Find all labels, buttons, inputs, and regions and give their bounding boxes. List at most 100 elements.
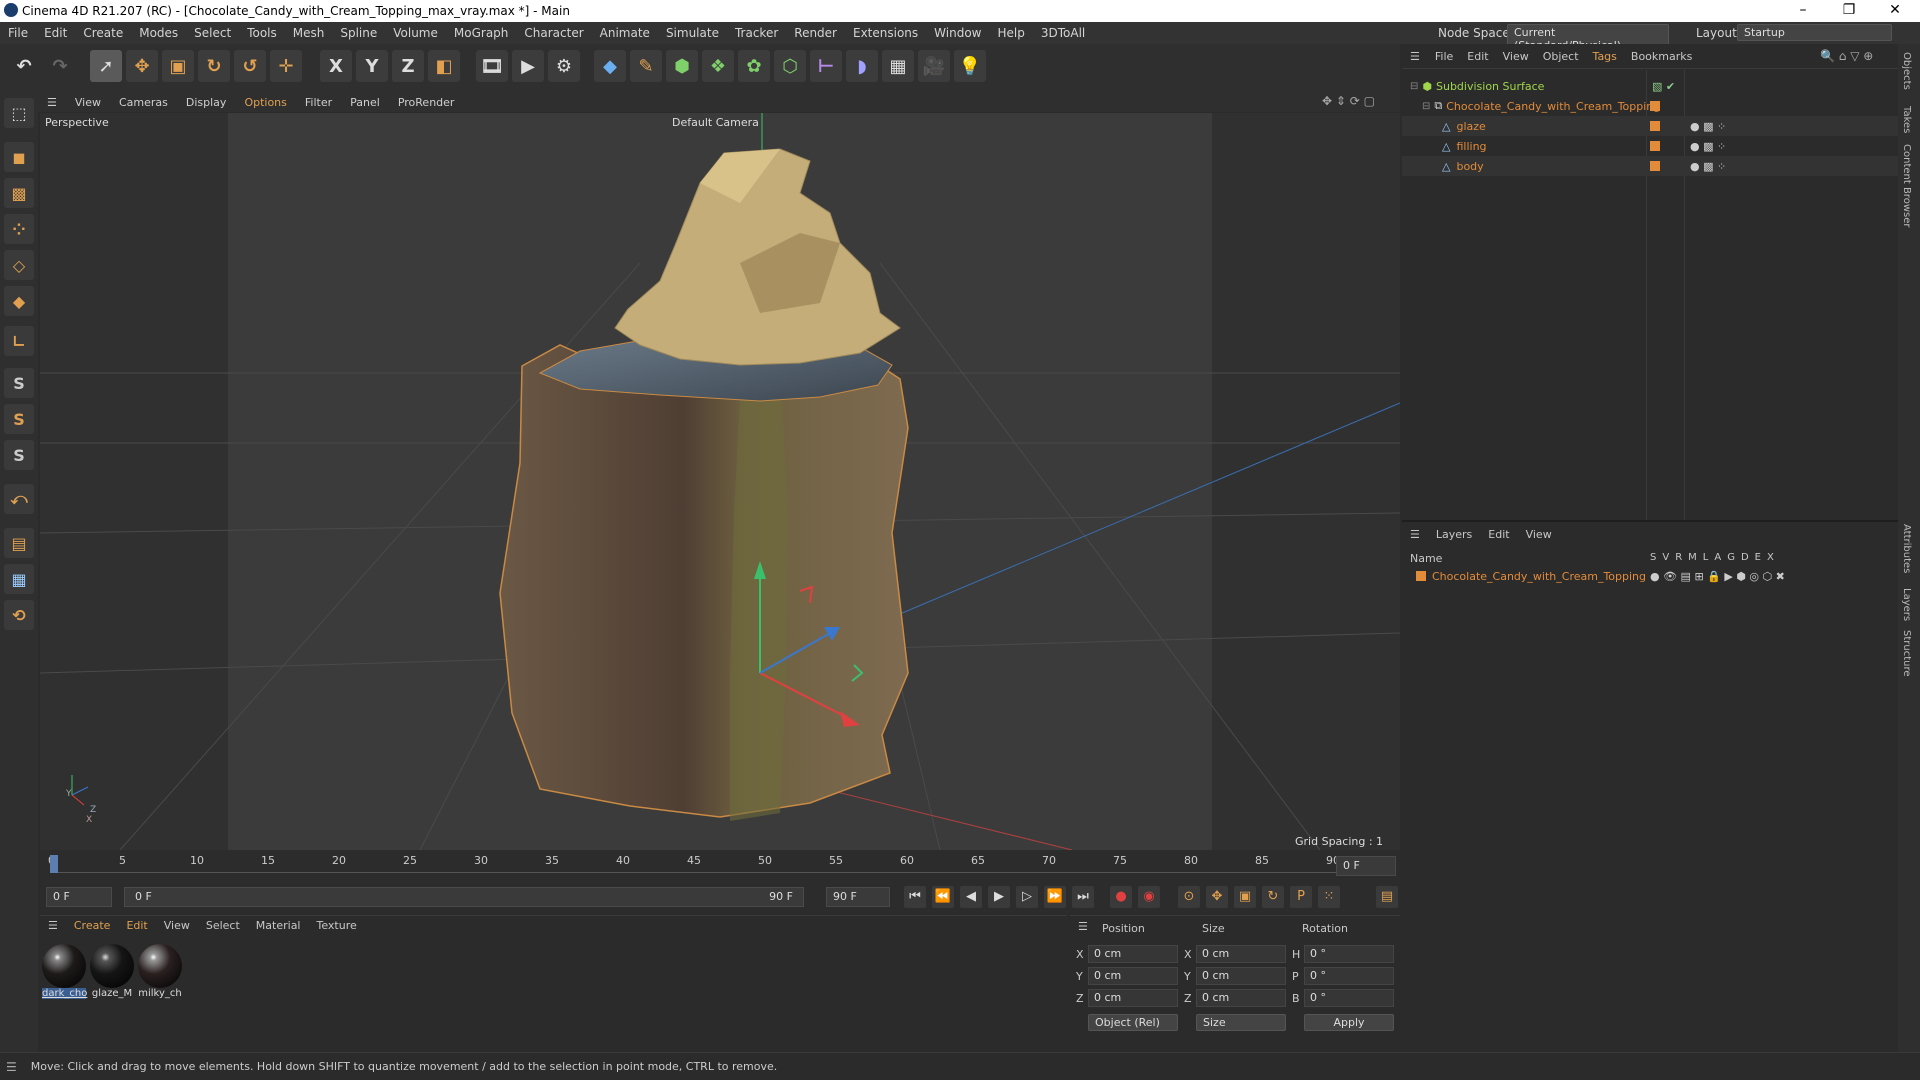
menu-file[interactable]: File bbox=[0, 26, 36, 40]
z-axis-lock-button[interactable]: Z bbox=[392, 50, 424, 82]
menu-mograph[interactable]: MoGraph bbox=[446, 26, 517, 40]
tab-objects[interactable]: Objects bbox=[1901, 52, 1912, 90]
timeline-window-icon[interactable]: ▤ bbox=[1376, 886, 1398, 908]
model-mode-icon[interactable]: ◼ bbox=[4, 142, 34, 172]
material-menu-edit[interactable]: Edit bbox=[118, 919, 155, 932]
hamburger-icon[interactable]: ☰ bbox=[40, 919, 66, 932]
pos-z-field[interactable]: 0 cm bbox=[1088, 989, 1178, 1007]
tab-content-browser[interactable]: Content Browser bbox=[1901, 144, 1912, 227]
layer-color-swatch[interactable] bbox=[1650, 101, 1660, 111]
render-view-icon[interactable]: 🎞 bbox=[476, 50, 508, 82]
previous-frame-icon[interactable]: ◀ bbox=[960, 886, 982, 908]
size-y-field[interactable]: 0 cm bbox=[1196, 967, 1286, 985]
play-icon[interactable]: ▶ bbox=[988, 886, 1010, 908]
transfer-tool-icon[interactable]: ✛ bbox=[270, 50, 302, 82]
planar-workplane-icon[interactable]: ⟲ bbox=[4, 600, 34, 630]
end-frame-field[interactable]: 90 F bbox=[826, 887, 890, 907]
viewport-menu-cameras[interactable]: Cameras bbox=[110, 96, 177, 109]
floor-icon[interactable]: ▦ bbox=[882, 50, 914, 82]
search-icon[interactable]: 🔍 ⌂ ▽ ⊕ bbox=[1820, 49, 1873, 63]
rot-p-field[interactable]: 0 ° bbox=[1304, 967, 1394, 985]
go-to-start-icon[interactable]: ⏮ bbox=[904, 886, 926, 908]
start-frame-field[interactable]: 0 F bbox=[46, 887, 112, 907]
previous-key-icon[interactable]: ⏪ bbox=[932, 886, 954, 908]
menu-animate[interactable]: Animate bbox=[592, 26, 658, 40]
material-menu-select[interactable]: Select bbox=[198, 919, 248, 932]
snap-settings-icon[interactable]: S bbox=[4, 404, 34, 434]
viewport-menu-view[interactable]: View bbox=[66, 96, 110, 109]
material-menu-material[interactable]: Material bbox=[248, 919, 309, 932]
object-menu-file[interactable]: File bbox=[1428, 50, 1460, 63]
perspective-viewport[interactable]: Perspective Default Camera Grid Spacing … bbox=[40, 113, 1400, 850]
expand-icon[interactable]: ⊟ bbox=[1410, 81, 1418, 92]
layer-color-swatch[interactable] bbox=[1650, 161, 1660, 171]
layer-color-swatch[interactable] bbox=[1650, 121, 1660, 131]
close-button[interactable]: ✕ bbox=[1872, 0, 1918, 22]
material-glaze[interactable]: glaze_M bbox=[90, 944, 134, 1002]
viewport-menu-display[interactable]: Display bbox=[177, 96, 236, 109]
menu-create[interactable]: Create bbox=[75, 26, 131, 40]
menu-volume[interactable]: Volume bbox=[385, 26, 446, 40]
camera-icon[interactable]: 🎥 bbox=[918, 50, 950, 82]
range-slider[interactable]: 0 F 90 F bbox=[124, 887, 804, 907]
menu-simulate[interactable]: Simulate bbox=[658, 26, 727, 40]
object-row-subdivision-surface[interactable]: ⊟ ⬢ Subdivision Surface ▧ ✔ bbox=[1402, 76, 1898, 96]
next-frame-icon[interactable]: ▷ bbox=[1016, 886, 1038, 908]
restore-button[interactable]: ❐ bbox=[1826, 0, 1872, 22]
viewport-menu-panel[interactable]: Panel bbox=[341, 96, 389, 109]
next-key-icon[interactable]: ⏩ bbox=[1044, 886, 1066, 908]
hamburger-icon[interactable]: ☰ bbox=[1402, 528, 1428, 541]
size-x-field[interactable]: 0 cm bbox=[1196, 945, 1286, 963]
x-axis-lock-button[interactable]: X bbox=[320, 50, 352, 82]
object-menu-object[interactable]: Object bbox=[1536, 50, 1586, 63]
redo-icon[interactable]: ↷ bbox=[44, 50, 76, 82]
enable-check-icon[interactable]: ▧ ✔ bbox=[1652, 80, 1675, 93]
menu-3dtoall[interactable]: 3DToAll bbox=[1033, 26, 1093, 40]
viewport-nav-icons[interactable]: ✥ ⇕ ⟳ ▢ bbox=[1322, 94, 1375, 108]
viewport-menu-filter[interactable]: Filter bbox=[296, 96, 341, 109]
current-frame-field[interactable]: 0 F bbox=[1336, 856, 1396, 876]
hamburger-icon[interactable]: ☰ bbox=[38, 96, 66, 109]
mograph-cloner-icon[interactable]: ✿ bbox=[738, 50, 770, 82]
size-mode-dropdown[interactable]: Size bbox=[1196, 1014, 1286, 1031]
object-row-glaze[interactable]: △ glaze ● ▩ ⁘ bbox=[1402, 116, 1898, 136]
field-icon[interactable]: ⊢ bbox=[810, 50, 842, 82]
rot-h-field[interactable]: 0 ° bbox=[1304, 945, 1394, 963]
size-z-field[interactable]: 0 cm bbox=[1196, 989, 1286, 1007]
scale-tool-icon[interactable]: ▣ bbox=[162, 50, 194, 82]
points-mode-icon[interactable]: ⁘ bbox=[4, 214, 34, 244]
layer-menu-view[interactable]: View bbox=[1518, 528, 1560, 541]
render-picture-viewer-icon[interactable]: ▶ bbox=[512, 50, 544, 82]
object-row-body[interactable]: △ body ● ▩ ⁘ bbox=[1402, 156, 1898, 176]
candy-body[interactable] bbox=[499, 344, 909, 818]
key-scale-icon[interactable]: ▣ bbox=[1234, 886, 1256, 908]
object-row-chocolate-candy[interactable]: ⊟ ⧉ Chocolate_Candy_with_Cream_Topping bbox=[1402, 96, 1898, 116]
quantize-icon[interactable]: S bbox=[4, 440, 34, 470]
coordinate-mode-dropdown[interactable]: Object (Rel) bbox=[1088, 1014, 1178, 1031]
material-tags-icon[interactable]: ● ▩ ⁘ bbox=[1690, 140, 1726, 153]
key-rotation-icon[interactable]: ↻ bbox=[1262, 886, 1284, 908]
go-to-end-icon[interactable]: ⏭ bbox=[1072, 886, 1094, 908]
menu-character[interactable]: Character bbox=[516, 26, 591, 40]
expand-icon[interactable]: ⊟ bbox=[1422, 101, 1430, 112]
polygons-mode-icon[interactable]: ◆ bbox=[4, 286, 34, 316]
menu-spline[interactable]: Spline bbox=[332, 26, 385, 40]
pen-spline-icon[interactable]: ✎ bbox=[630, 50, 662, 82]
render-settings-icon[interactable]: ⚙ bbox=[548, 50, 580, 82]
autokey-icon[interactable]: ◉ bbox=[1138, 886, 1160, 908]
tweak-mode-icon[interactable]: ⤺ bbox=[4, 484, 34, 514]
texture-mode-icon[interactable]: ▩ bbox=[4, 178, 34, 208]
object-menu-view[interactable]: View bbox=[1496, 50, 1536, 63]
viewport-menu-prorender[interactable]: ProRender bbox=[389, 96, 464, 109]
layer-color-swatch[interactable] bbox=[1650, 141, 1660, 151]
menu-mesh[interactable]: Mesh bbox=[285, 26, 333, 40]
rot-b-field[interactable]: 0 ° bbox=[1304, 989, 1394, 1007]
material-menu-texture[interactable]: Texture bbox=[308, 919, 364, 932]
layer-row[interactable]: Chocolate_Candy_with_Cream_Topping ● 👁 ▤… bbox=[1402, 566, 1898, 586]
layer-color-swatch[interactable] bbox=[1416, 571, 1426, 581]
deformer-icon[interactable]: ⬡ bbox=[774, 50, 806, 82]
environment-icon[interactable]: ◗ bbox=[846, 50, 878, 82]
undo-icon[interactable]: ↶ bbox=[8, 50, 40, 82]
timeline-ruler[interactable]: 051015202530354045505560657075808590 0 F bbox=[40, 850, 1400, 882]
hamburger-icon[interactable]: ☰ bbox=[1078, 920, 1088, 933]
